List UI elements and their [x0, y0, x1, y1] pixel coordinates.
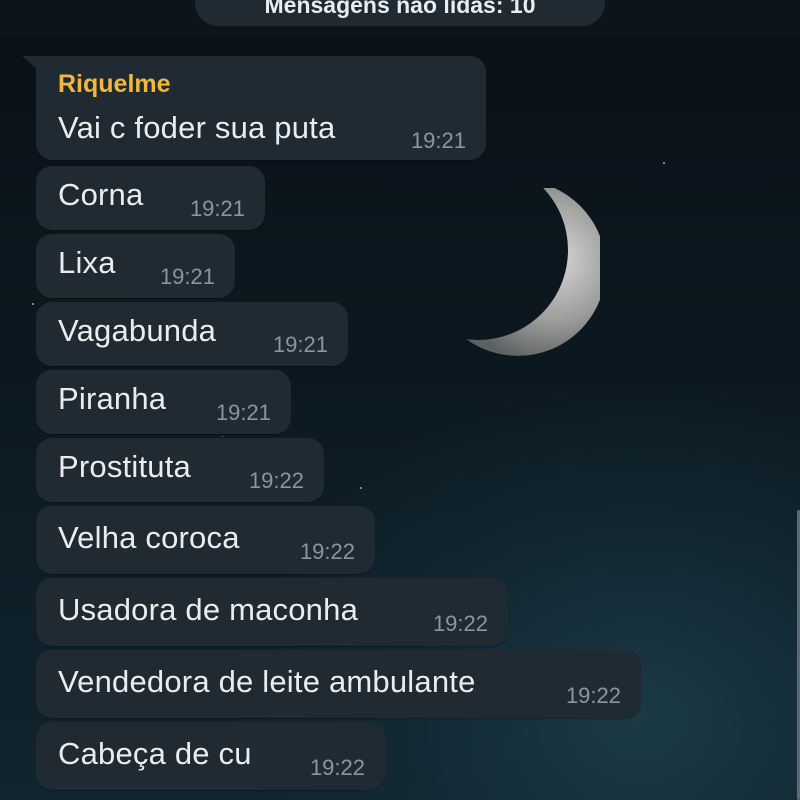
message-text: Velha coroca	[58, 520, 240, 555]
message-bubble[interactable]: Vendedora de leite ambulante 19:22	[36, 650, 641, 718]
message-time: 19:21	[189, 196, 245, 221]
unread-banner-text: Mensagens não lidas: 10	[264, 0, 536, 18]
message-time: 19:22	[309, 755, 365, 780]
message-text: Vendedora de leite ambulante	[58, 664, 476, 699]
star	[360, 487, 362, 489]
message-bubble[interactable]: Lixa 19:21	[36, 234, 235, 298]
message-time: 19:22	[432, 611, 488, 636]
star	[32, 303, 34, 305]
message-text: Cabeça de cu	[58, 736, 252, 771]
message-text: Vai c foder sua puta	[58, 110, 336, 145]
message-text: Prostituta	[58, 449, 191, 484]
crescent-moon-icon	[440, 188, 600, 356]
message-bubble[interactable]: Corna 19:21	[36, 166, 265, 230]
message-text: Vagabunda	[58, 313, 217, 348]
star	[663, 162, 665, 164]
message-bubble[interactable]: Vagabunda 19:21	[36, 302, 348, 366]
message-text: Piranha	[58, 381, 167, 416]
message-bubble[interactable]: Prostituta 19:22	[36, 438, 324, 502]
message-text: Usadora de maconha	[58, 592, 359, 627]
message-time: 19:21	[410, 128, 466, 153]
sender-name[interactable]: Riquelme	[58, 70, 171, 99]
message-time: 19:21	[215, 400, 271, 425]
message-text: Corna	[58, 177, 144, 212]
message-time: 19:22	[565, 683, 621, 708]
message-bubble[interactable]: Velha coroca 19:22	[36, 506, 375, 574]
message-time: 19:22	[299, 539, 355, 564]
message-time: 19:21	[272, 332, 328, 357]
unread-messages-banner: Mensagens não lidas: 10	[195, 0, 605, 26]
message-time: 19:21	[159, 264, 215, 289]
message-text: Lixa	[58, 245, 116, 280]
message-bubble[interactable]: Piranha 19:21	[36, 370, 291, 434]
star	[222, 436, 223, 437]
message-bubble[interactable]: Cabeça de cu 19:22	[36, 722, 385, 790]
message-bubble[interactable]: Riquelme Vai c foder sua puta 19:21	[36, 56, 486, 160]
message-bubble[interactable]: Usadora de maconha 19:22	[36, 578, 508, 646]
message-time: 19:22	[248, 468, 304, 493]
